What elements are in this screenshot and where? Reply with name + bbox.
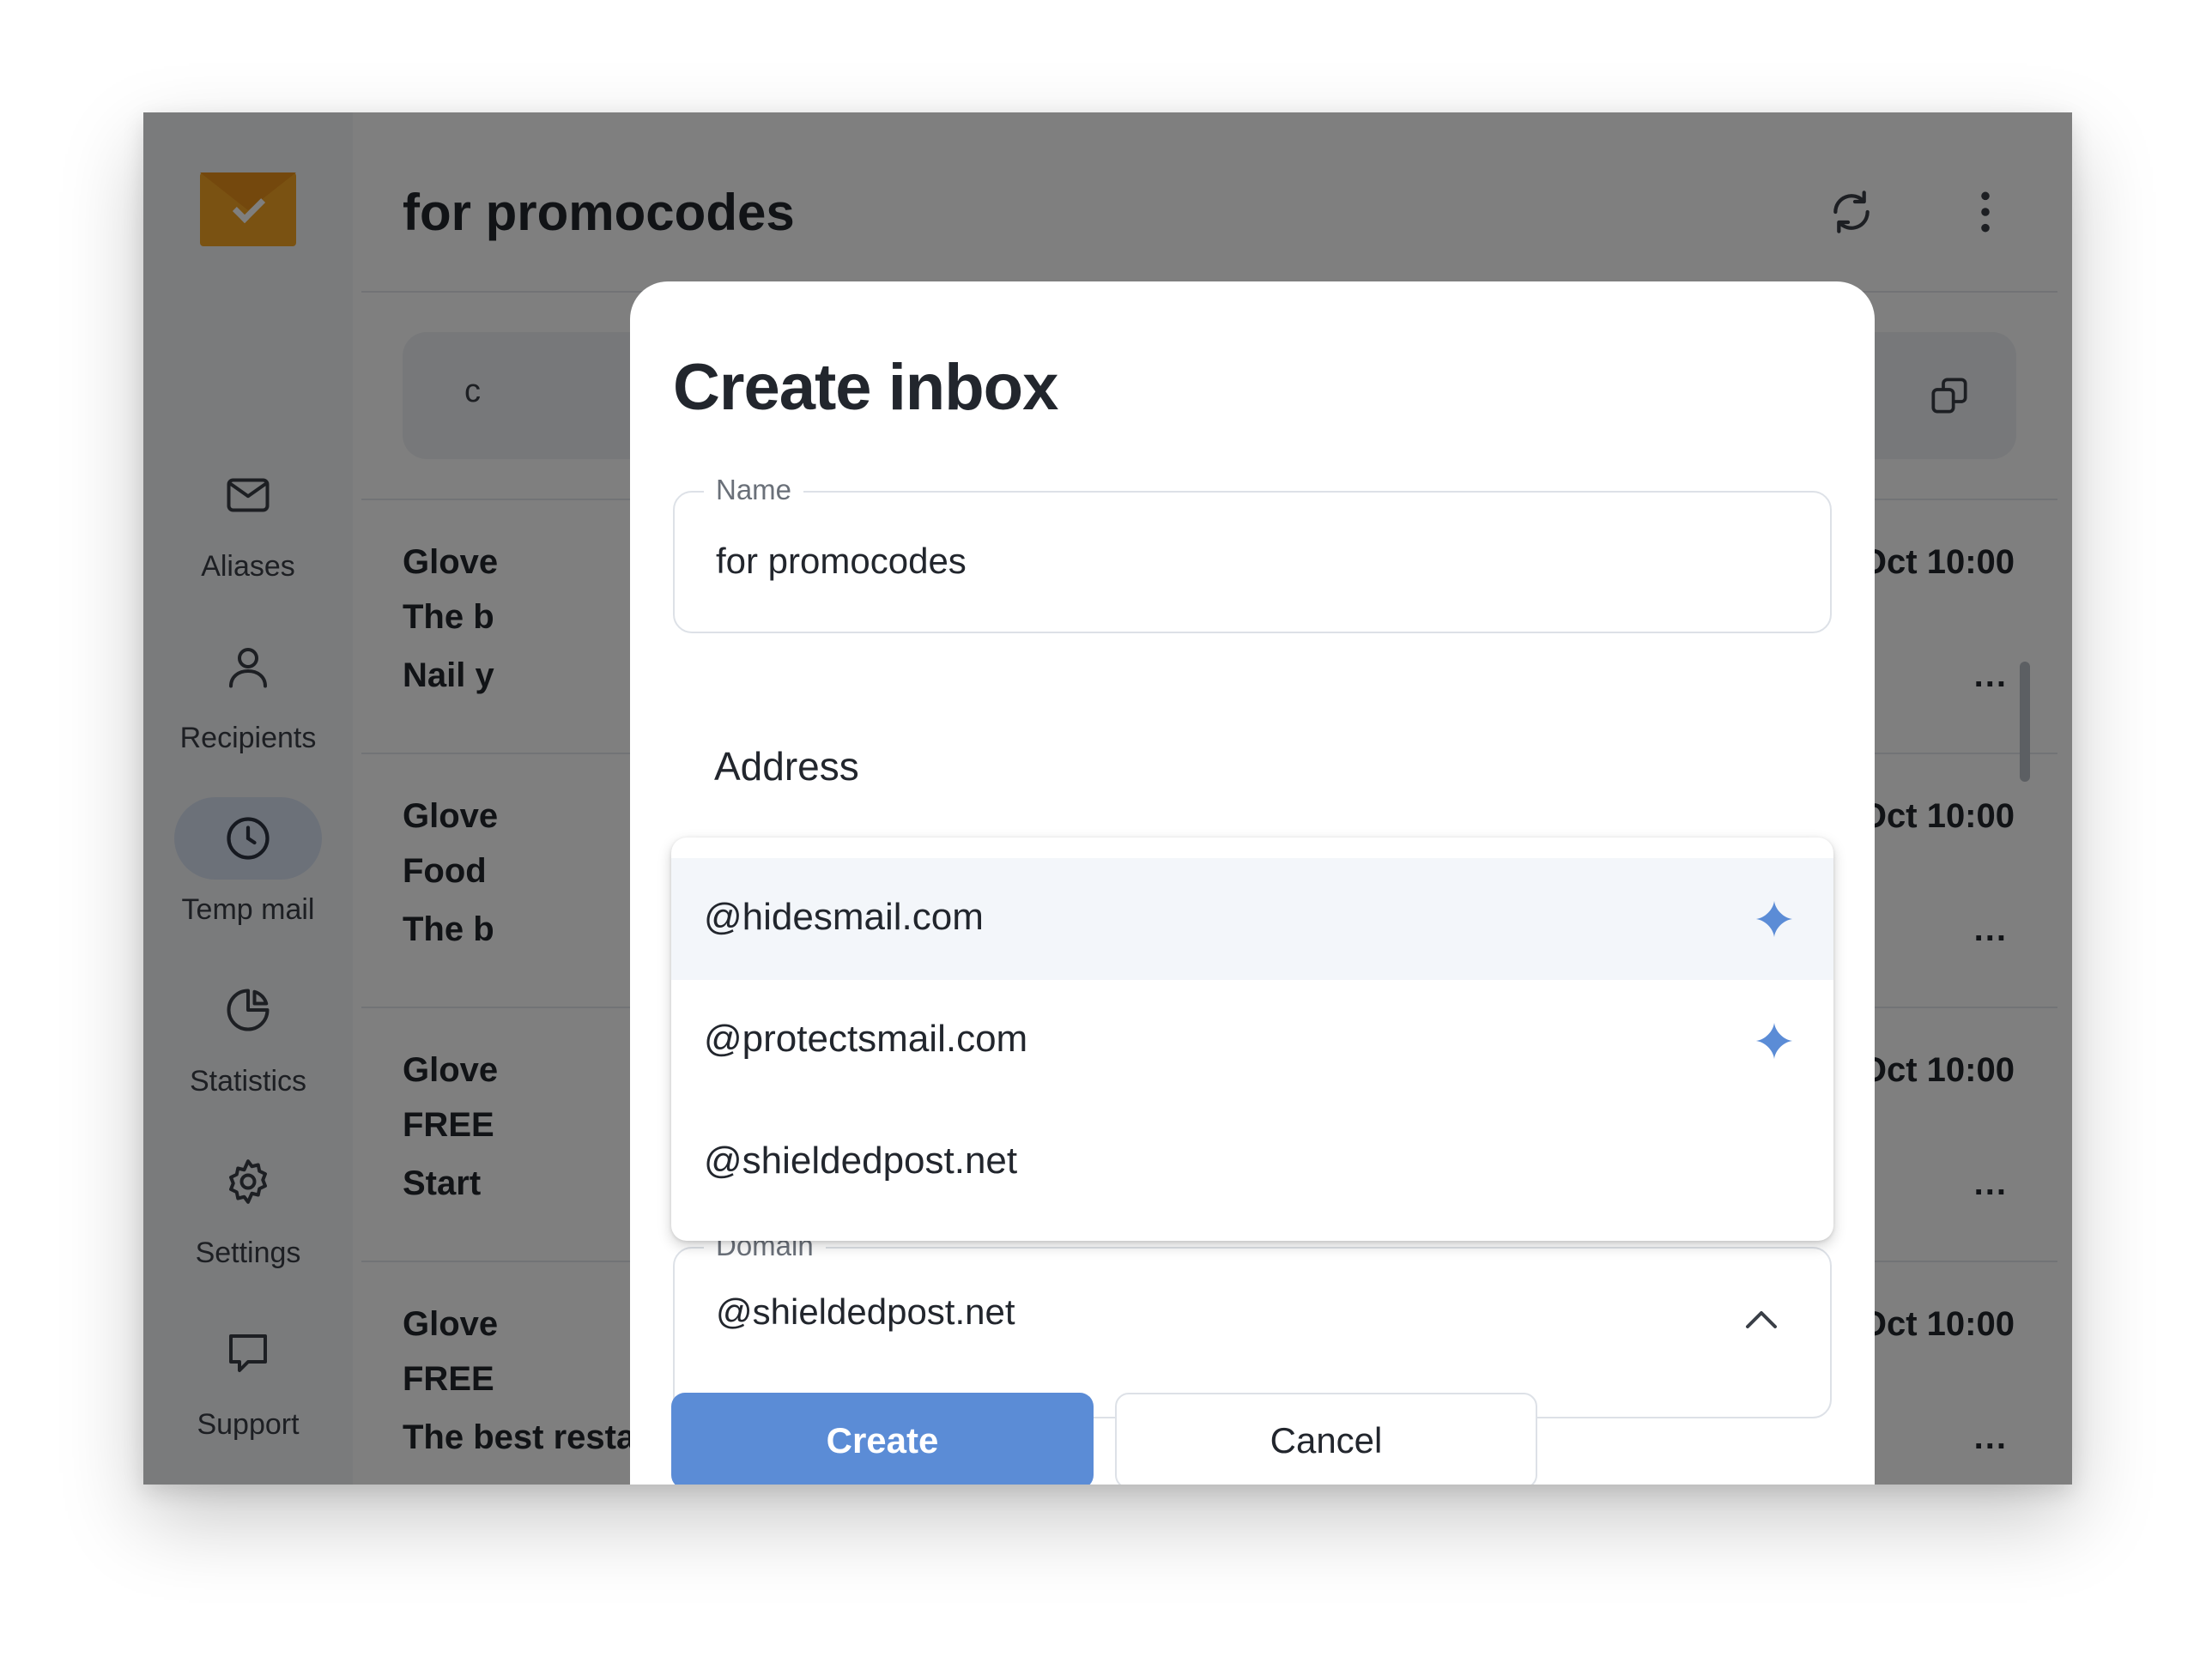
create-button[interactable]: Create xyxy=(671,1393,1094,1485)
cancel-button[interactable]: Cancel xyxy=(1115,1393,1537,1485)
chevron-up-icon[interactable] xyxy=(1744,1309,1779,1331)
name-field[interactable]: Name for promocodes xyxy=(673,474,1832,633)
dialog-title: Create inbox xyxy=(673,351,1058,424)
name-field-label: Name xyxy=(704,474,804,506)
domain-dropdown-menu: @hidesmail.com @protectsmail.com @shield… xyxy=(671,838,1833,1241)
domain-option-label: @protectsmail.com xyxy=(704,1018,1028,1060)
sparkle-icon xyxy=(1755,900,1793,938)
domain-option-label: @hidesmail.com xyxy=(704,896,984,938)
domain-option-shieldedpost[interactable]: @shieldedpost.net xyxy=(671,1102,1833,1224)
address-section-label: Address xyxy=(714,744,859,789)
name-field-value[interactable]: for promocodes xyxy=(716,541,967,582)
sparkle-icon xyxy=(1755,1022,1793,1060)
domain-option-label: @shieldedpost.net xyxy=(704,1140,1018,1182)
domain-option-protectsmail[interactable]: @protectsmail.com xyxy=(671,980,1833,1102)
domain-select-value: @shieldedpost.net xyxy=(716,1291,1015,1332)
domain-option-hidesmail[interactable]: @hidesmail.com xyxy=(671,858,1833,980)
app-window: Aliases Recipients Temp mail Statistics xyxy=(143,112,2072,1485)
create-inbox-dialog: Create inbox Name for promocodes Address… xyxy=(630,281,1875,1485)
